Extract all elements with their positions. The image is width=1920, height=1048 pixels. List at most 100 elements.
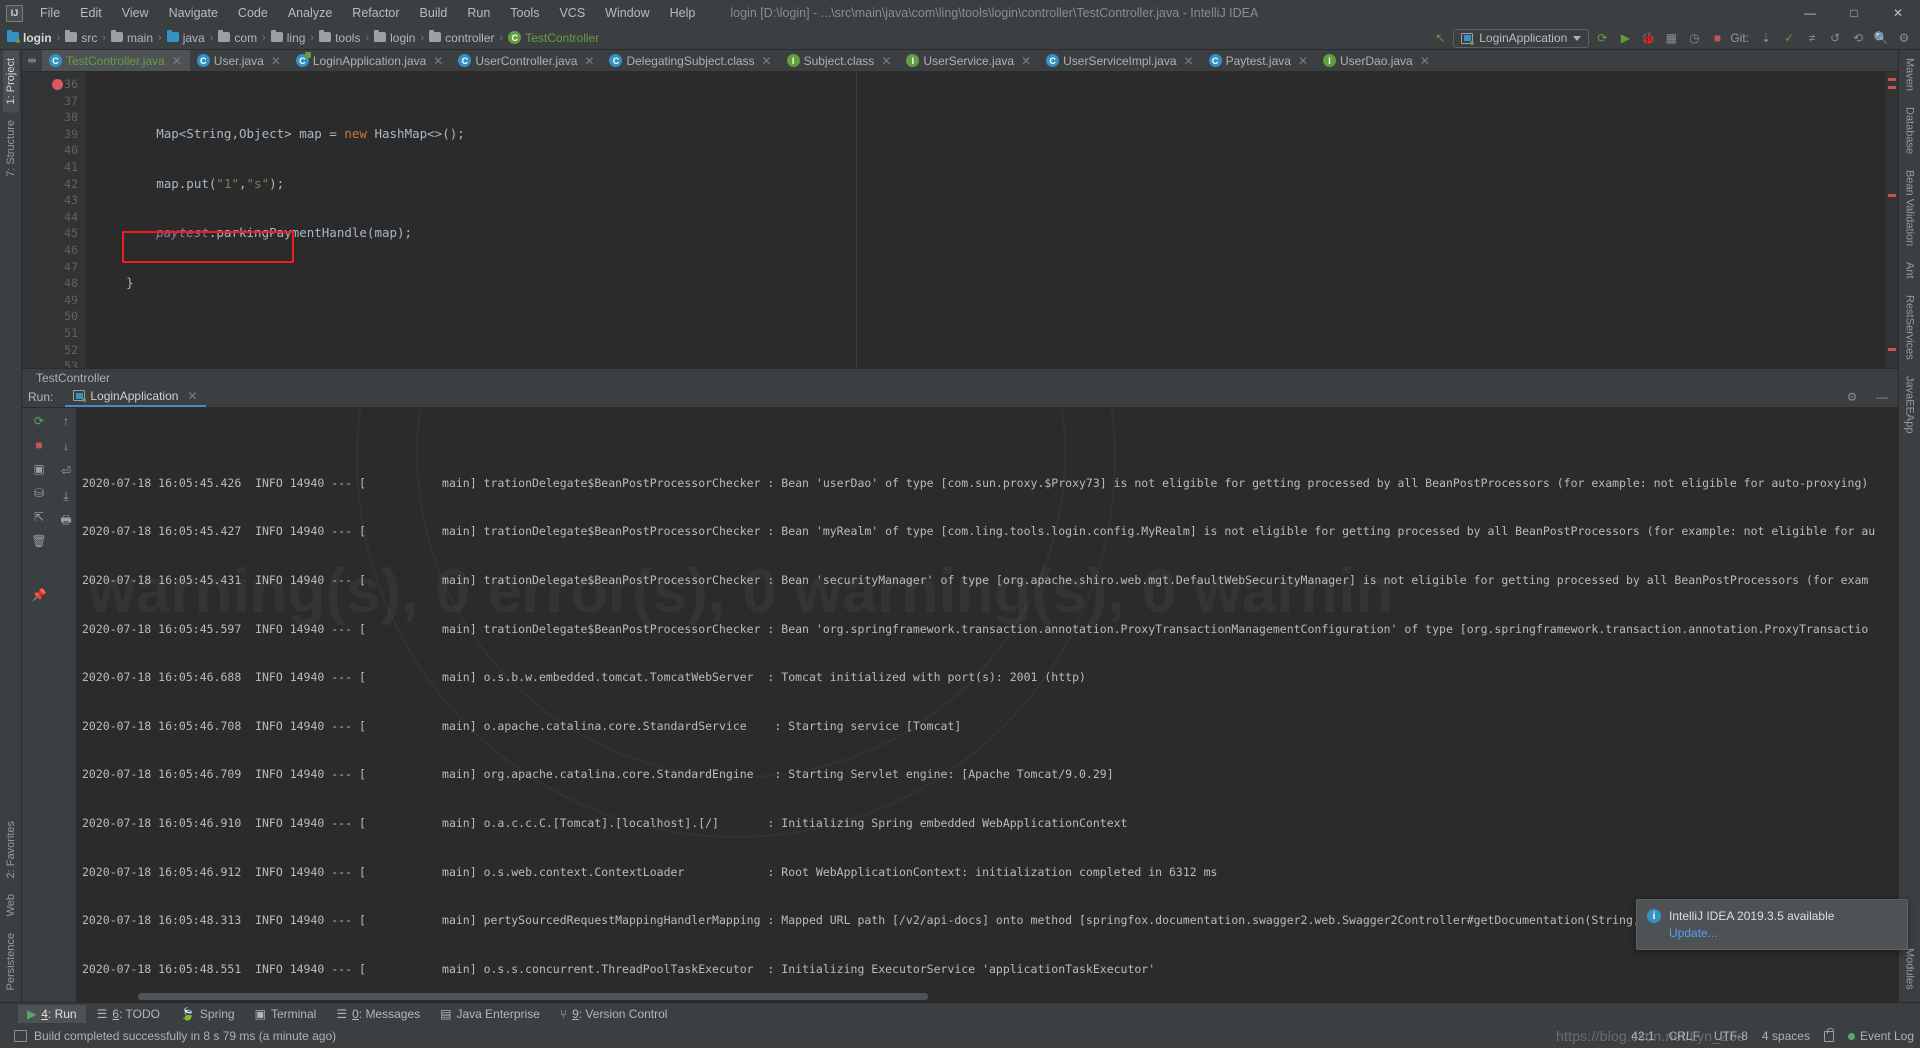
- tab-loginapplication-java[interactable]: C LoginApplication.java ✕: [289, 50, 451, 71]
- read-only-lock-icon[interactable]: [1823, 1027, 1834, 1042]
- breadcrumb-main[interactable]: main: [108, 29, 156, 45]
- run-icon[interactable]: ▶: [1615, 28, 1635, 48]
- scroll-up-icon[interactable]: ↑: [57, 412, 75, 430]
- close-icon[interactable]: ✕: [1420, 54, 1430, 68]
- sidebar-item-maven[interactable]: Maven: [1902, 50, 1918, 99]
- scroll-down-icon[interactable]: ↓: [57, 437, 75, 455]
- breadcrumb-src[interactable]: src: [62, 29, 100, 45]
- tab-userdao-java[interactable]: I UserDao.java ✕: [1316, 50, 1438, 71]
- menu-edit[interactable]: Edit: [71, 3, 111, 23]
- console-output[interactable]: 0 warning(s), 0 error(s), 0 warning(s), …: [76, 408, 1898, 1002]
- sidebar-item-javaeeapp[interactable]: JavaEEApp: [1902, 368, 1918, 441]
- minimize-button[interactable]: —: [1788, 0, 1832, 26]
- bottom-tab-run[interactable]: ▶ 4: Run: [18, 1004, 86, 1023]
- coverage-icon[interactable]: ▦: [1661, 28, 1681, 48]
- hide-icon[interactable]: —: [1872, 387, 1892, 407]
- tab-subject-class[interactable]: I Subject.class ✕: [780, 50, 900, 71]
- menu-build[interactable]: Build: [411, 3, 457, 23]
- tab-user-java[interactable]: C User.java ✕: [190, 50, 289, 71]
- export-icon[interactable]: ⇱: [30, 508, 48, 526]
- menu-file[interactable]: File: [31, 3, 69, 23]
- sidebar-item-favorites[interactable]: 2: Favorites: [3, 813, 19, 886]
- menu-window[interactable]: Window: [596, 3, 658, 23]
- sidebar-item-restservices[interactable]: RestServices: [1902, 287, 1918, 368]
- run-tab-loginapplication[interactable]: LoginApplication ✕: [65, 387, 206, 407]
- error-marker[interactable]: [1888, 348, 1896, 351]
- breadcrumb-login-package[interactable]: login: [371, 29, 418, 45]
- error-marker[interactable]: [1888, 86, 1896, 89]
- tab-list-icon[interactable]: ⇹: [22, 50, 42, 71]
- close-button[interactable]: ✕: [1876, 0, 1920, 26]
- breadcrumb-login-module[interactable]: login: [4, 29, 55, 45]
- search-everywhere-icon[interactable]: 🔍: [1871, 28, 1891, 48]
- debug-icon[interactable]: 🐞: [1638, 28, 1658, 48]
- close-icon[interactable]: ✕: [187, 389, 197, 403]
- history-icon[interactable]: ⟲: [1848, 28, 1868, 48]
- menu-navigate[interactable]: Navigate: [160, 3, 227, 23]
- screenshot-icon[interactable]: ▣: [30, 460, 48, 478]
- tab-paytest-java[interactable]: C Paytest.java ✕: [1202, 50, 1316, 71]
- breadcrumb-testcontroller[interactable]: C TestController: [505, 31, 602, 45]
- code-text-area[interactable]: Map<String,Object> map = new HashMap<>()…: [86, 72, 1898, 368]
- editor-breadcrumb[interactable]: TestController: [22, 368, 1898, 386]
- close-icon[interactable]: ✕: [1021, 54, 1031, 68]
- close-icon[interactable]: ✕: [881, 54, 891, 68]
- rerun-icon[interactable]: ⟳: [30, 412, 48, 430]
- sidebar-item-bean-validation[interactable]: Bean Validation: [1902, 162, 1918, 254]
- stop-icon[interactable]: ■: [30, 436, 48, 454]
- sidebar-item-persistence[interactable]: Persistence: [3, 925, 19, 998]
- notification-update-link[interactable]: Update...: [1669, 926, 1834, 940]
- menu-code[interactable]: Code: [229, 3, 277, 23]
- bottom-tab-terminal[interactable]: ▣ Terminal: [246, 1005, 326, 1023]
- error-marker[interactable]: [1888, 194, 1896, 197]
- editor-gutter[interactable]: 36 37 38 39− 40 41 42 43 44− 45 46− 47 4…: [22, 72, 96, 368]
- sidebar-item-ant[interactable]: Ant: [1902, 254, 1918, 287]
- sidebar-item-project[interactable]: 1: Project: [2, 50, 19, 113]
- update-project-icon[interactable]: ⇣: [1756, 28, 1776, 48]
- bottom-tab-java-enterprise[interactable]: ▤ Java Enterprise: [431, 1005, 549, 1023]
- close-icon[interactable]: ✕: [433, 54, 443, 68]
- run-configuration-selector[interactable]: LoginApplication: [1453, 28, 1590, 48]
- menu-help[interactable]: Help: [661, 3, 705, 23]
- close-icon[interactable]: ✕: [1184, 54, 1194, 68]
- bottom-tab-spring[interactable]: 🍃 Spring: [171, 1005, 244, 1023]
- checkmark-icon[interactable]: ✓: [1779, 28, 1799, 48]
- diff-icon[interactable]: ≠: [1802, 28, 1822, 48]
- breadcrumb-com[interactable]: com: [215, 29, 260, 45]
- stop-icon[interactable]: ■: [1707, 28, 1727, 48]
- bottom-tab-messages[interactable]: ☰ 0: Messages: [327, 1005, 429, 1023]
- tab-userservice-java[interactable]: I UserService.java ✕: [899, 50, 1039, 71]
- breadcrumb-tools[interactable]: tools: [316, 29, 363, 45]
- close-icon[interactable]: ✕: [271, 54, 281, 68]
- bottom-tab-version-control[interactable]: ⑂ 9: Version Control: [551, 1005, 677, 1023]
- tab-testcontroller-java[interactable]: C TestController.java ✕: [42, 50, 190, 71]
- soft-wrap-icon[interactable]: ⏎: [57, 462, 75, 480]
- settings-gear-icon[interactable]: ⚙: [1894, 28, 1914, 48]
- rollback-icon[interactable]: ↺: [1825, 28, 1845, 48]
- maximize-button[interactable]: □: [1832, 0, 1876, 26]
- tab-usercontroller-java[interactable]: C UserController.java ✕: [451, 50, 602, 71]
- code-editor[interactable]: 0 error(s), 0 warning(s), 0 error(s), 0 …: [22, 72, 1898, 368]
- rerun-icon[interactable]: ⟳: [1592, 28, 1612, 48]
- breakpoint-icon[interactable]: [52, 79, 63, 90]
- pin-icon[interactable]: 📌: [30, 586, 48, 604]
- menu-tools[interactable]: Tools: [501, 3, 548, 23]
- back-arrow-icon[interactable]: ↖: [1430, 28, 1450, 48]
- notification-balloon[interactable]: i IntelliJ IDEA 2019.3.5 available Updat…: [1636, 899, 1908, 950]
- event-log-button[interactable]: Event Log: [1847, 1029, 1914, 1043]
- menu-refactor[interactable]: Refactor: [343, 3, 408, 23]
- sidebar-item-web[interactable]: Web: [3, 886, 19, 924]
- error-marker[interactable]: [1888, 78, 1896, 81]
- close-icon[interactable]: ✕: [172, 54, 182, 68]
- breadcrumb-controller[interactable]: controller: [426, 29, 497, 45]
- delete-icon[interactable]: 🗑: [30, 532, 48, 550]
- menu-view[interactable]: View: [113, 3, 158, 23]
- bottom-tab-todo[interactable]: ☰ 6: TODO: [88, 1005, 169, 1023]
- scrollbar-thumb[interactable]: [138, 993, 928, 1000]
- thread-dump-icon[interactable]: ⛁: [30, 484, 48, 502]
- menu-analyze[interactable]: Analyze: [279, 3, 341, 23]
- sidebar-item-database[interactable]: Database: [1902, 99, 1918, 162]
- settings-icon[interactable]: ⚙: [1842, 387, 1862, 407]
- print-icon[interactable]: 🖶: [57, 512, 75, 530]
- menu-run[interactable]: Run: [458, 3, 499, 23]
